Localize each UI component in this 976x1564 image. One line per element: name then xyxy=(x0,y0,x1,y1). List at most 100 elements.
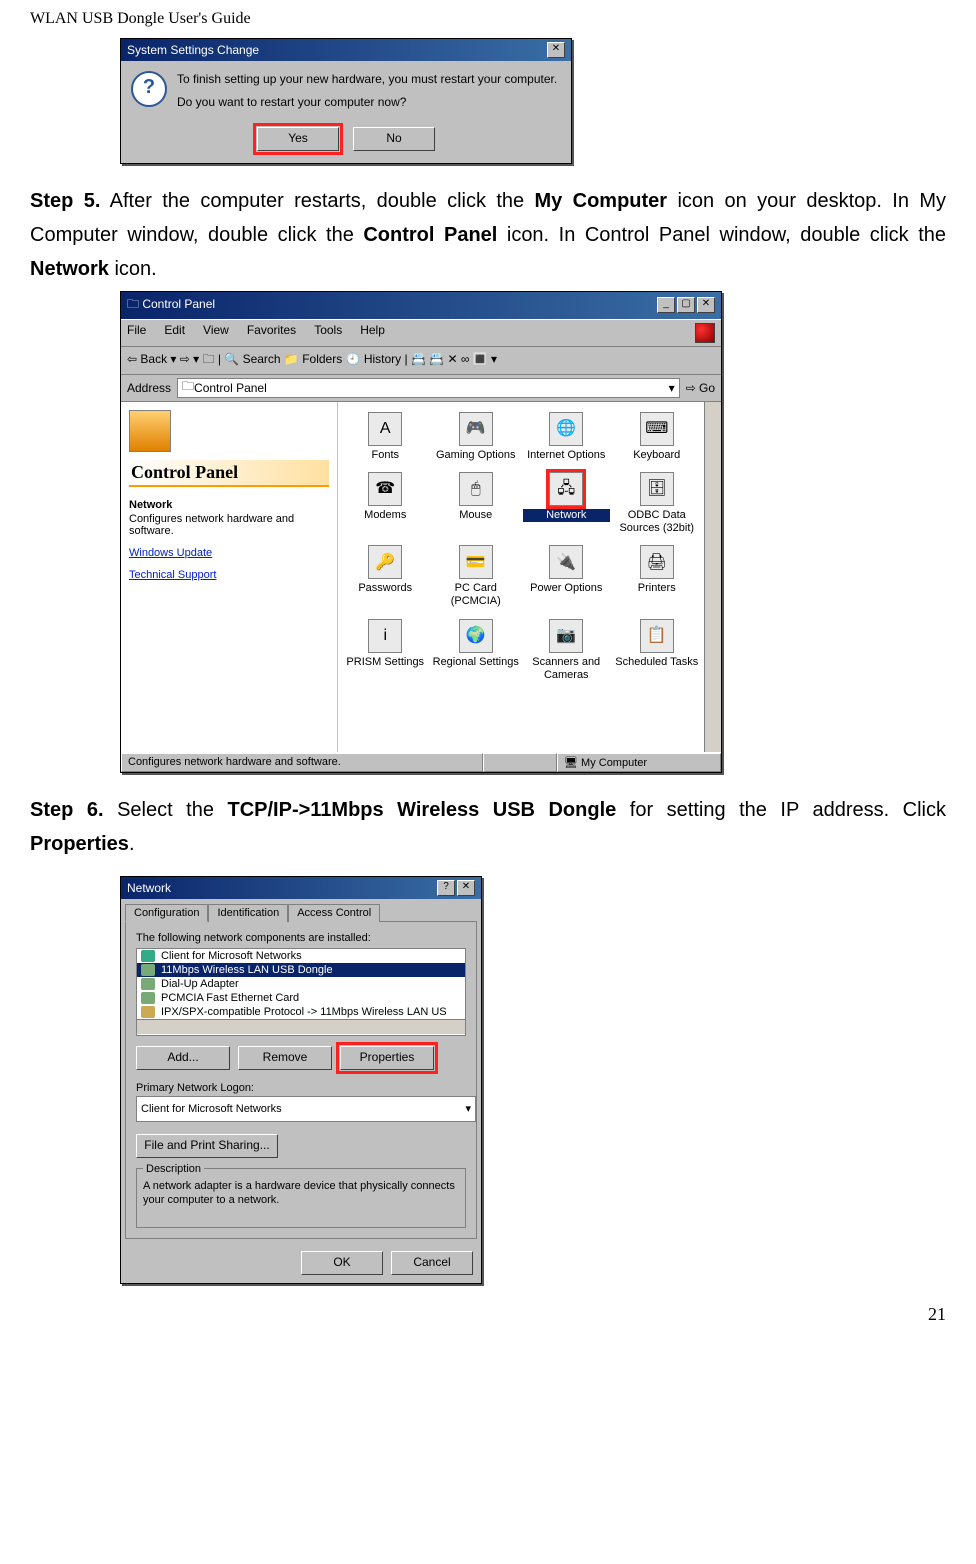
dialog-titlebar[interactable]: System Settings Change ✕ xyxy=(121,39,571,61)
tab-identification[interactable]: Identification xyxy=(208,904,288,922)
step5-label: Step 5. xyxy=(30,190,100,212)
step6-t1: TCP/IP->11Mbps Wireless USB Dongle xyxy=(227,799,616,821)
address-input[interactable]: 🗀 Control Panel ▾ xyxy=(177,378,680,398)
close-icon[interactable]: ✕ xyxy=(457,880,475,896)
close-icon[interactable]: ✕ xyxy=(547,42,565,58)
step5-t4: icon. In Control Panel window, double cl… xyxy=(497,224,946,246)
tab-access-control[interactable]: Access Control xyxy=(288,904,380,922)
status-right: 🖥 My Computer xyxy=(557,753,721,772)
cp-item-icon: 🔑 xyxy=(368,545,402,579)
cp-item-scheduled-tasks[interactable]: 📋Scheduled Tasks xyxy=(614,619,701,682)
cp-item-icon: 🗄 xyxy=(640,472,674,506)
cp-item-icon: 🖧 xyxy=(549,472,583,506)
remove-button[interactable]: Remove xyxy=(238,1046,332,1070)
cp-item-label: PRISM Settings xyxy=(342,656,429,669)
cp-item-label: Keyboard xyxy=(614,449,701,462)
cp-menubar: File Edit View Favorites Tools Help xyxy=(121,319,721,347)
list-item: PCMCIA Fast Ethernet Card xyxy=(137,991,465,1005)
cp-icon-grid: A Fonts 🎮Gaming Options🌐Internet Options⌨K… xyxy=(338,402,704,752)
cp-item-internet-options[interactable]: 🌐Internet Options xyxy=(523,412,610,462)
menu-file[interactable]: File xyxy=(127,323,146,343)
cp-item-icon: 🔌 xyxy=(549,545,583,579)
net-title: Network xyxy=(127,881,171,895)
menu-view[interactable]: View xyxy=(203,323,229,343)
cp-item-label: Printers xyxy=(614,582,701,595)
cp-addressbar: Address 🗀 Control Panel ▾ ⇨ Go xyxy=(121,375,721,402)
cp-item-printers[interactable]: 🖨Printers xyxy=(614,545,701,608)
menu-tools[interactable]: Tools xyxy=(314,323,342,343)
components-label: The following network components are ins… xyxy=(136,932,466,944)
menu-help[interactable]: Help xyxy=(360,323,385,343)
net-titlebar[interactable]: Network ? ✕ xyxy=(121,877,481,899)
step5-t0: After the computer restarts, double clic… xyxy=(110,190,535,212)
logon-label: Primary Network Logon: xyxy=(136,1082,466,1094)
components-listbox[interactable]: Client for Microsoft Networks 11Mbps Wir… xyxy=(136,948,466,1036)
cp-item-label: Scheduled Tasks xyxy=(614,656,701,669)
cp-item-mouse[interactable]: 🖱Mouse xyxy=(433,472,520,535)
cp-statusbar: Configures network hardware and software… xyxy=(121,752,721,772)
protocol-icon xyxy=(141,1006,155,1018)
cp-item-gaming-options[interactable]: 🎮Gaming Options xyxy=(433,412,520,462)
link-windows-update[interactable]: Windows Update xyxy=(129,547,329,559)
tab-configuration[interactable]: Configuration xyxy=(125,904,208,922)
cp-item-odbc-data-sources-32bit-[interactable]: 🗄ODBC Data Sources (32bit) xyxy=(614,472,701,535)
cp-item-label: Power Options xyxy=(523,582,610,595)
close-icon[interactable]: ✕ xyxy=(697,297,715,313)
cp-item-icon: 📷 xyxy=(549,619,583,653)
step5-t5: Network xyxy=(30,258,109,280)
cp-toolbar[interactable]: ⇦ Back ▾ ⇨ ▾ 🗀 | 🔍 Search 📁 Folders 🕘 Hi… xyxy=(121,347,721,375)
cp-item-network[interactable]: 🖧Network xyxy=(523,472,610,535)
cp-item-regional-settings[interactable]: 🌍Regional Settings xyxy=(433,619,520,682)
chevron-down-icon: ▾ xyxy=(465,1102,471,1115)
step6-t2: for setting the IP address. Click xyxy=(616,799,946,821)
cp-item-power-options[interactable]: 🔌 Power Options xyxy=(523,545,610,608)
address-value: Control Panel xyxy=(194,381,267,395)
network-dialog: Network ? ✕ Configuration Identification… xyxy=(120,876,482,1285)
maximize-icon[interactable]: ▢ xyxy=(677,297,695,313)
status-mid xyxy=(483,753,557,772)
cp-item-prism-settings[interactable]: i PRISM Settings xyxy=(342,619,429,682)
ok-button[interactable]: OK xyxy=(301,1251,383,1275)
cp-item-label: Gaming Options xyxy=(433,449,520,462)
no-button[interactable]: No xyxy=(353,127,435,151)
menu-favorites[interactable]: Favorites xyxy=(247,323,296,343)
logon-combo[interactable]: Client for Microsoft Networks ▾ xyxy=(136,1096,476,1122)
status-left: Configures network hardware and software… xyxy=(121,753,483,772)
dialog-line1: To finish setting up your new hardware, … xyxy=(177,71,561,88)
description-text: A network adapter is a hardware device t… xyxy=(143,1179,459,1208)
dialog-title: System Settings Change xyxy=(127,43,259,57)
tab-panel: The following network components are ins… xyxy=(125,921,477,1240)
page-number: 21 xyxy=(30,1304,946,1325)
cp-item-icon: 🌍 xyxy=(459,619,493,653)
cp-item-icon: A xyxy=(368,412,402,446)
h-scrollbar[interactable] xyxy=(137,1019,465,1034)
cp-item-icon: 🖱 xyxy=(459,472,493,506)
cp-item-keyboard[interactable]: ⌨Keyboard xyxy=(614,412,701,462)
address-label: Address xyxy=(127,381,171,395)
cp-item-label: Internet Options xyxy=(523,449,610,462)
file-print-sharing-button[interactable]: File and Print Sharing... xyxy=(136,1134,278,1158)
go-button[interactable]: ⇨ Go xyxy=(686,381,715,395)
properties-button[interactable]: Properties xyxy=(340,1046,434,1070)
help-icon[interactable]: ? xyxy=(437,880,455,896)
menu-edit[interactable]: Edit xyxy=(164,323,185,343)
cp-selected-name: Network xyxy=(129,499,329,511)
cancel-button[interactable]: Cancel xyxy=(391,1251,473,1275)
scrollbar[interactable] xyxy=(704,402,721,752)
minimize-icon[interactable]: _ xyxy=(657,297,675,313)
add-button[interactable]: Add... xyxy=(136,1046,230,1070)
page-header: WLAN USB Dongle User's Guide xyxy=(30,10,946,28)
cp-title: Control Panel xyxy=(142,297,215,311)
yes-button[interactable]: Yes xyxy=(257,127,339,151)
link-tech-support[interactable]: Technical Support xyxy=(129,569,329,581)
cp-titlebar[interactable]: 🗀 Control Panel _ ▢ ✕ xyxy=(121,292,721,319)
cp-item-fonts[interactable]: A Fonts xyxy=(342,412,429,462)
cp-item-modems[interactable]: ☎Modems xyxy=(342,472,429,535)
cp-item-label: Fonts xyxy=(342,449,429,462)
cp-item-passwords[interactable]: 🔑Passwords xyxy=(342,545,429,608)
cp-item-scanners-and-cameras[interactable]: 📷Scanners and Cameras xyxy=(523,619,610,682)
cp-item-icon: i xyxy=(368,619,402,653)
client-icon xyxy=(141,950,155,962)
list-item: 11Mbps Wireless LAN USB Dongle xyxy=(137,963,465,977)
cp-item-pc-card-pcmcia-[interactable]: 💳PC Card (PCMCIA) xyxy=(433,545,520,608)
